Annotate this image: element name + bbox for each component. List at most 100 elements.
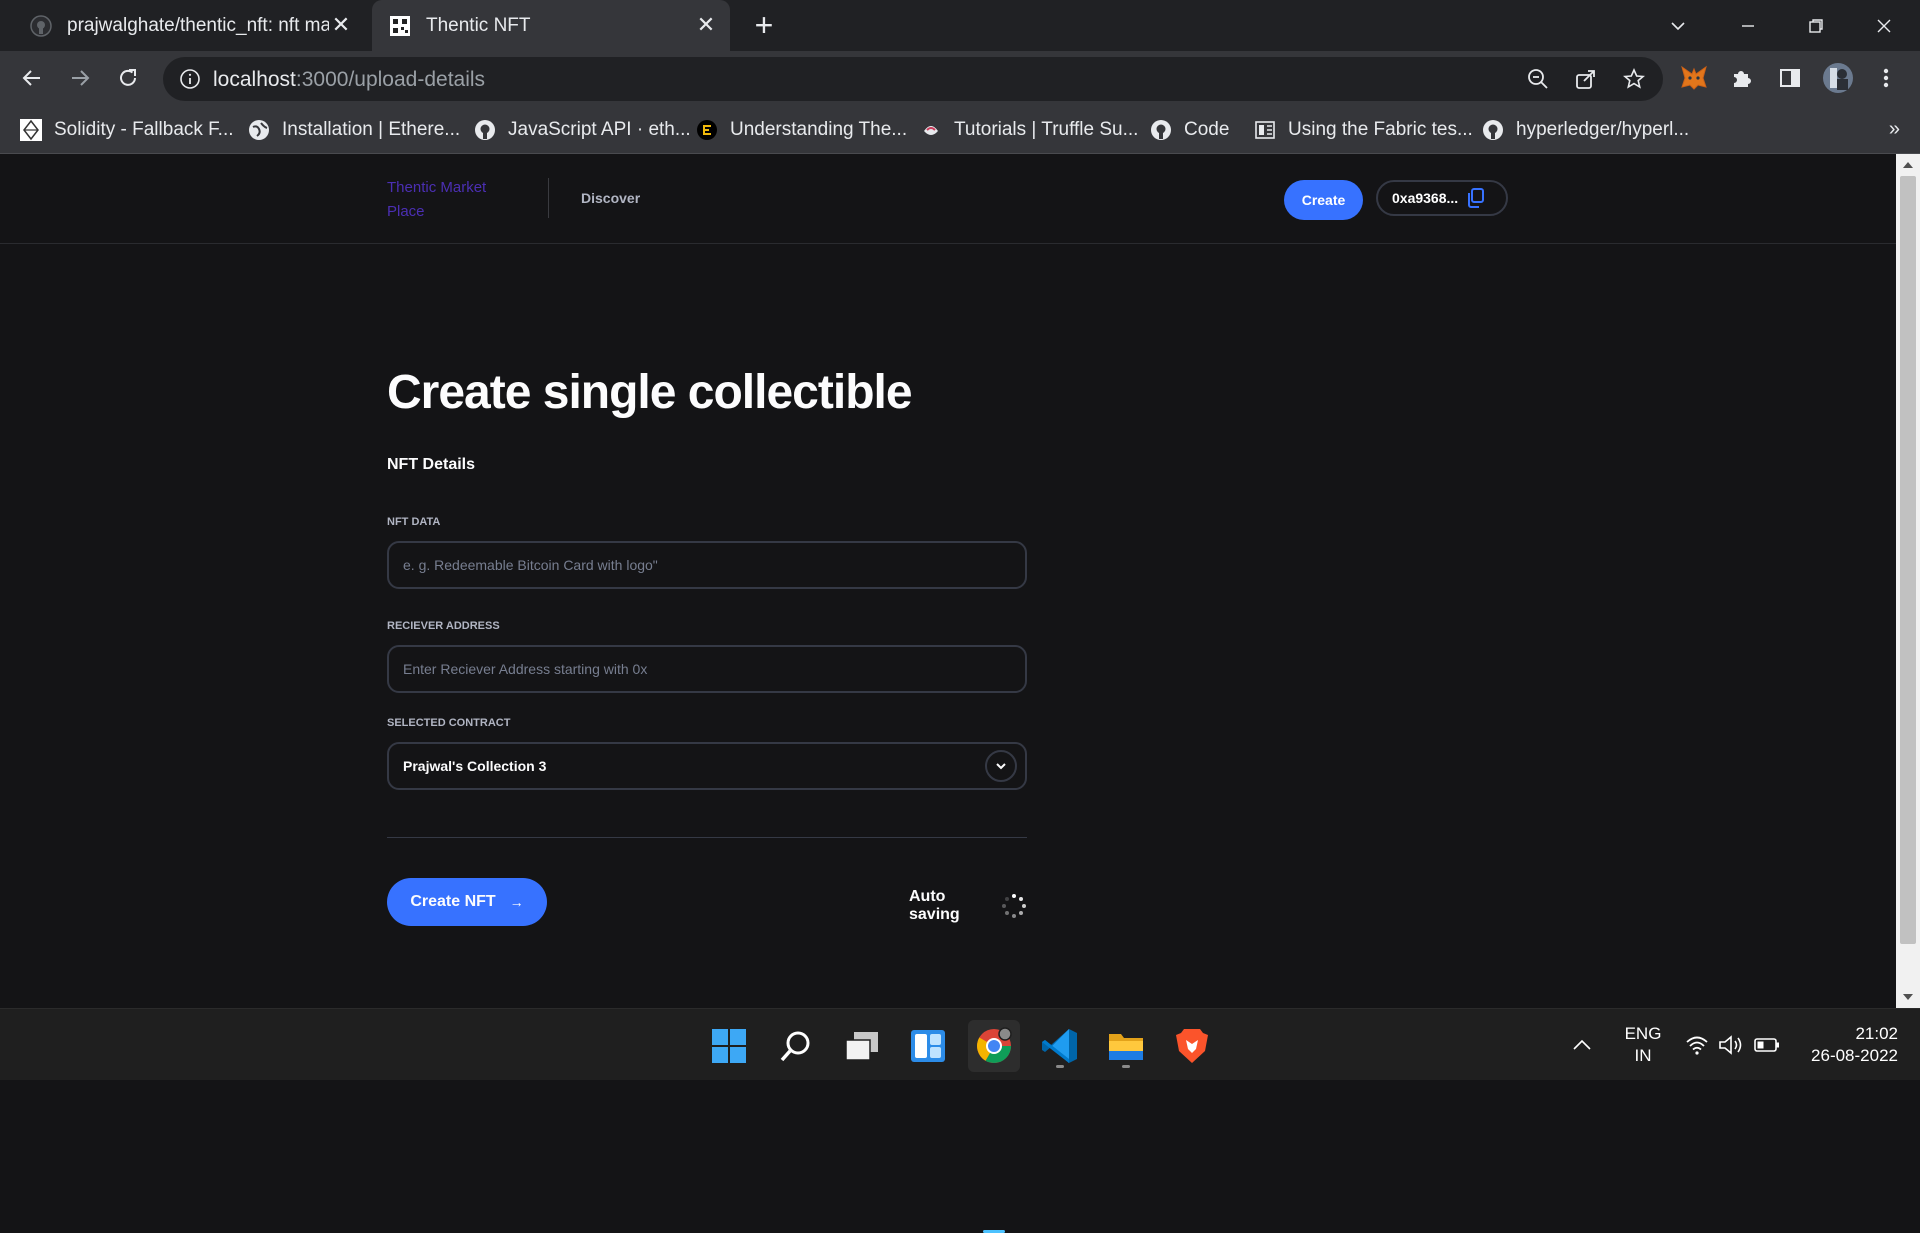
new-tab-button[interactable]: + (748, 9, 780, 42)
reload-icon[interactable] (110, 60, 146, 96)
selected-contract-field: SELECTED CONTRACT Prajwal's Collection 3 (387, 717, 1027, 790)
bookmark-item[interactable]: Code (1150, 115, 1229, 145)
bookmark-item[interactable]: hyperledger/hyperl... (1482, 115, 1689, 145)
nav-discover-link[interactable]: Discover (581, 190, 640, 206)
placeholder-text: Enter Reciever Address starting with 0x (403, 661, 648, 677)
bookmark-item[interactable]: Tutorials | Truffle Su... (920, 115, 1138, 145)
create-nft-button[interactable]: Create NFT → (387, 878, 547, 926)
form-divider (387, 837, 1027, 838)
site-info-icon[interactable] (179, 68, 201, 90)
bookmarks-overflow-button[interactable]: » (1889, 118, 1900, 141)
bookmark-item[interactable]: Using the Fabric tes... (1254, 115, 1473, 145)
bookmark-label: Installation | Ethere... (282, 119, 461, 140)
bookmark-label: Understanding The... (730, 119, 908, 140)
tab-thentic-nft[interactable]: Thentic NFT ✕ (372, 0, 730, 51)
bookmark-item[interactable]: Understanding The... (696, 115, 907, 145)
site-header: Thentic Market Place Discover Create 0xa… (0, 154, 1896, 244)
forward-icon[interactable] (62, 60, 98, 96)
bookmark-label: hyperledger/hyperl... (1516, 119, 1690, 140)
receiver-address-field: RECIEVER ADDRESS Enter Reciever Address … (387, 620, 1027, 693)
windows-taskbar: ENG IN 21:02 26-08-2022 (0, 1008, 1920, 1233)
minimize-icon[interactable] (1730, 8, 1766, 44)
widgets-icon[interactable] (902, 1020, 954, 1072)
globe-icon (248, 119, 270, 141)
bookmark-item[interactable]: Installation | Ethere... (248, 115, 460, 145)
selected-contract-value: Prajwal's Collection 3 (403, 758, 547, 774)
file-explorer-icon[interactable] (1100, 1020, 1152, 1072)
volume-icon[interactable] (1718, 1033, 1744, 1057)
restore-icon[interactable] (1798, 8, 1834, 44)
url-host: localhost (213, 68, 296, 91)
wifi-icon[interactable] (1684, 1033, 1710, 1057)
language-indicator[interactable]: ENG IN (1622, 1023, 1664, 1067)
vscode-icon[interactable] (1034, 1020, 1086, 1072)
header-divider (548, 178, 549, 218)
field-label: SELECTED CONTRACT (387, 717, 511, 729)
page-scrollbar[interactable] (1896, 154, 1920, 1008)
address-bar[interactable]: localhost:3000/upload-details (163, 57, 1663, 101)
github-icon (1150, 119, 1172, 141)
wallet-address: 0xa9368... (1392, 190, 1459, 206)
receiver-address-input[interactable]: Enter Reciever Address starting with 0x (387, 645, 1027, 693)
page-title: Create single collectible (387, 366, 913, 419)
scroll-up-icon[interactable] (1903, 162, 1913, 168)
close-window-icon[interactable] (1866, 8, 1902, 44)
system-clock[interactable]: 21:02 26-08-2022 (1800, 1023, 1898, 1067)
field-label: NFT DATA (387, 516, 441, 528)
github-icon (30, 14, 52, 37)
copy-icon[interactable] (1466, 187, 1486, 209)
profile-avatar[interactable] (1820, 60, 1856, 96)
site-logo[interactable]: Thentic Market Place (387, 176, 517, 224)
chevron-up-icon[interactable] (1570, 1033, 1594, 1057)
create-button[interactable]: Create (1284, 180, 1363, 220)
scroll-down-icon[interactable] (1903, 994, 1913, 1000)
url-text: localhost:3000/upload-details (213, 68, 485, 92)
tab-title: prajwalghate/thentic_nft: nft mar (67, 14, 329, 36)
chevron-down-icon[interactable] (985, 750, 1017, 782)
close-tab-icon[interactable]: ✕ (694, 13, 718, 38)
back-icon[interactable] (14, 60, 50, 96)
clock-date: 26-08-2022 (1811, 1046, 1898, 1065)
field-label: RECIEVER ADDRESS (387, 620, 500, 632)
zoom-icon[interactable] (1525, 66, 1551, 92)
brave-icon[interactable] (1166, 1020, 1218, 1072)
task-view-icon[interactable] (836, 1020, 888, 1072)
create-form: Create single collectible NFT Details NF… (387, 364, 1027, 926)
bookmark-item[interactable]: Solidity - Fallback F... (20, 115, 234, 145)
search-icon[interactable] (770, 1020, 822, 1072)
bookmark-label: JavaScript API · eth... (508, 119, 691, 140)
chrome-icon[interactable] (968, 1020, 1020, 1233)
nft-data-input[interactable]: e. g. Redeemable Bitcoin Card with logo" (387, 541, 1027, 589)
loader-spinner-icon (1001, 893, 1027, 919)
web-page: Thentic Market Place Discover Create 0xa… (0, 154, 1896, 1008)
bookmark-label: Tutorials | Truffle Su... (954, 119, 1139, 140)
contract-select[interactable]: Prajwal's Collection 3 (387, 742, 1027, 790)
section-title: NFT Details (387, 456, 476, 473)
region-code: IN (1634, 1046, 1652, 1065)
clock-time: 21:02 (1855, 1024, 1898, 1043)
battery-icon[interactable] (1754, 1033, 1780, 1057)
open-app-indicator (1122, 1065, 1130, 1068)
bookmark-star-icon[interactable] (1621, 66, 1647, 92)
side-panel-icon[interactable] (1772, 60, 1808, 96)
share-icon[interactable] (1573, 66, 1599, 92)
close-tab-icon[interactable]: ✕ (329, 13, 353, 38)
wallet-address-button[interactable]: 0xa9368... (1376, 180, 1508, 216)
windows-start-icon[interactable] (703, 1020, 755, 1072)
bookmark-item[interactable]: JavaScript API · eth... (474, 115, 691, 145)
yellow-e-icon (696, 119, 718, 141)
tab-title: Thentic NFT (426, 14, 531, 36)
bookmark-label: Solidity - Fallback F... (54, 119, 234, 140)
tab-github-repo[interactable]: prajwalghate/thentic_nft: nft mar ✕ (13, 0, 365, 51)
bookmark-label: Using the Fabric tes... (1288, 119, 1473, 140)
tab-search-icon[interactable] (1660, 8, 1696, 44)
bookmarks-bar: Solidity - Fallback F... Installation | … (0, 106, 1920, 154)
document-icon (1254, 119, 1276, 141)
metamask-icon[interactable] (1676, 60, 1712, 96)
chrome-menu-icon[interactable] (1868, 60, 1904, 96)
extensions-puzzle-icon[interactable] (1724, 60, 1760, 96)
scrollbar-thumb[interactable] (1900, 176, 1916, 944)
browser-toolbar: localhost:3000/upload-details (0, 51, 1920, 106)
create-nft-label: Create NFT (410, 893, 496, 910)
bookmark-label: Code (1184, 119, 1230, 140)
